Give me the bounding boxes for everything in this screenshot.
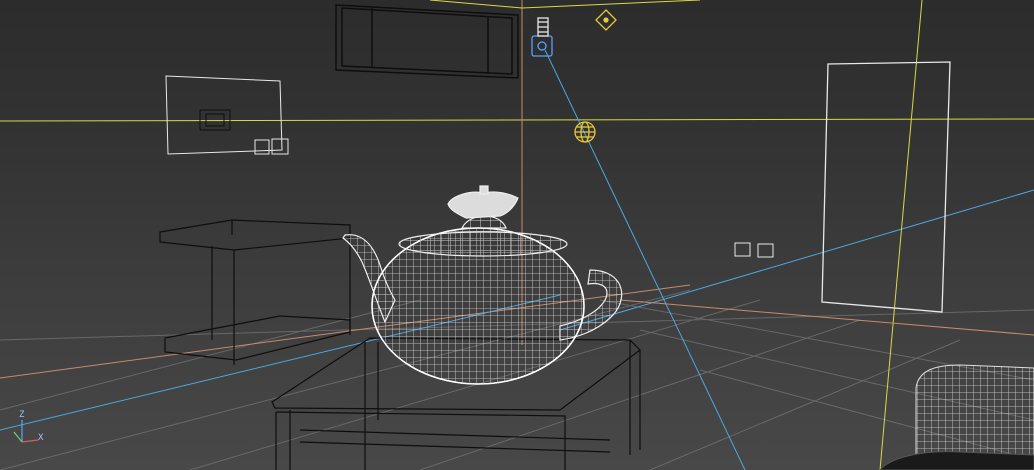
axis-label-x: X [38,433,44,443]
teapot[interactable] [342,185,623,385]
camera-target[interactable] [595,9,617,31]
ceiling-edge-2 [521,0,701,9]
axis-label-z: Z [19,410,25,420]
camera-view-line [544,49,746,470]
armchair[interactable] [879,364,1034,470]
floor-edge-right [619,299,1034,336]
viewport-scene[interactable] [0,0,1034,470]
ceiling-edge [429,0,523,9]
omni-light[interactable] [574,121,596,143]
teapot-knob [447,191,519,219]
wall-shelf[interactable] [335,4,519,79]
3d-viewport[interactable]: Z X [0,0,1034,470]
teapot-lid [398,231,568,257]
camera[interactable] [531,17,553,57]
horizon-line [0,118,1034,122]
wall-sockets [734,242,774,258]
door[interactable] [821,61,951,313]
wall-frame[interactable] [165,75,289,155]
grid-y-axis-line [559,189,1034,331]
